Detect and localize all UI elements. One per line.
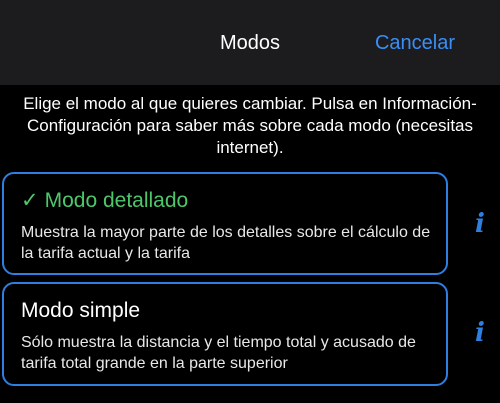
mode-title-simple: Modo simple	[21, 299, 141, 322]
modes-screen: Modos Cancelar Elige el modo al que quie…	[0, 0, 500, 403]
mode-title-detailed: ✓ Modo detallado	[21, 188, 188, 214]
intro-text: Elige el modo al que quieres cambiar. Pu…	[23, 94, 477, 157]
mode-option-detailed[interactable]: ✓ Modo detallado Muestra la mayor parte d…	[2, 172, 448, 275]
info-icon[interactable]: i	[468, 209, 492, 239]
navigation-bar: Modos Cancelar	[0, 0, 500, 85]
mode-description-detailed: Muestra la mayor parte de los detalles s…	[21, 224, 431, 262]
info-icon[interactable]: i	[468, 318, 492, 348]
mode-option-simple[interactable]: Modo simple Sólo muestra la distancia y …	[2, 282, 448, 386]
mode-title-detailed-label: Modo detallado	[44, 189, 189, 212]
mode-description-simple: Sólo muestra la distancia y el tiempo to…	[21, 334, 416, 372]
cancel-button[interactable]: Cancelar	[375, 31, 455, 55]
checkmark-icon: ✓	[21, 189, 39, 212]
